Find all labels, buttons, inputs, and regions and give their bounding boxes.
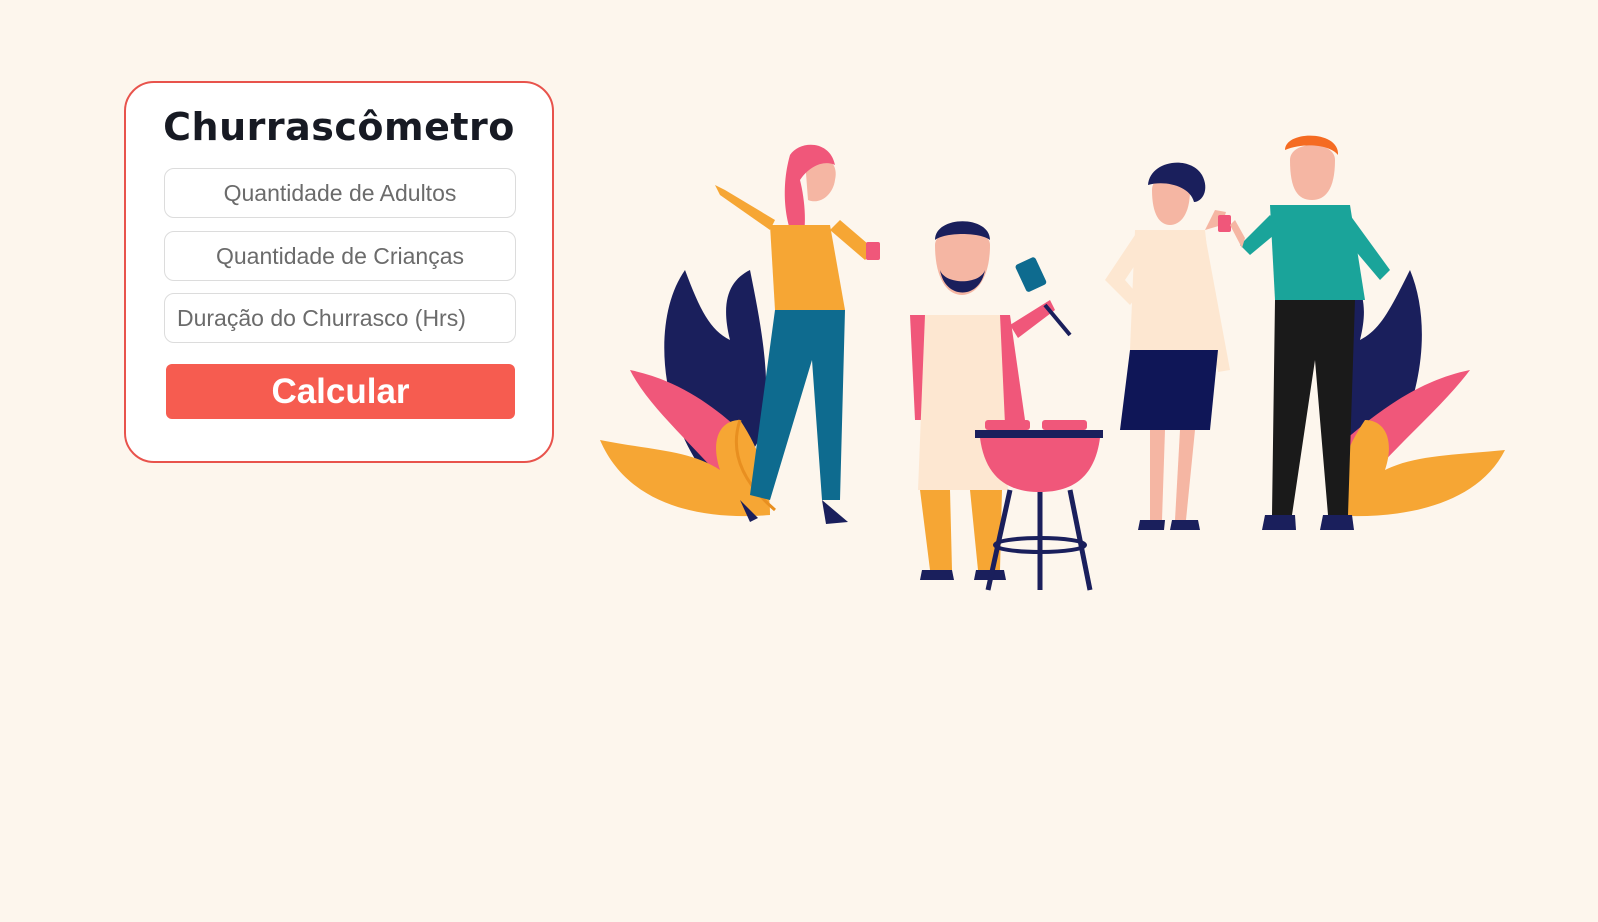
grill-chef-icon xyxy=(910,221,1072,580)
woman-in-skirt-icon xyxy=(1105,162,1231,530)
barbecue-party-illustration xyxy=(600,135,1505,591)
page: Churrascômetro Calcular xyxy=(0,0,1598,922)
calculate-button[interactable]: Calcular xyxy=(166,364,515,419)
adults-quantity-input[interactable] xyxy=(164,168,516,218)
calculator-card: Churrascômetro Calcular xyxy=(124,81,554,463)
page-title: Churrascômetro xyxy=(163,105,515,149)
duration-hours-input[interactable] xyxy=(164,293,516,343)
left-leaves-icon xyxy=(600,270,776,517)
children-quantity-input[interactable] xyxy=(164,231,516,281)
